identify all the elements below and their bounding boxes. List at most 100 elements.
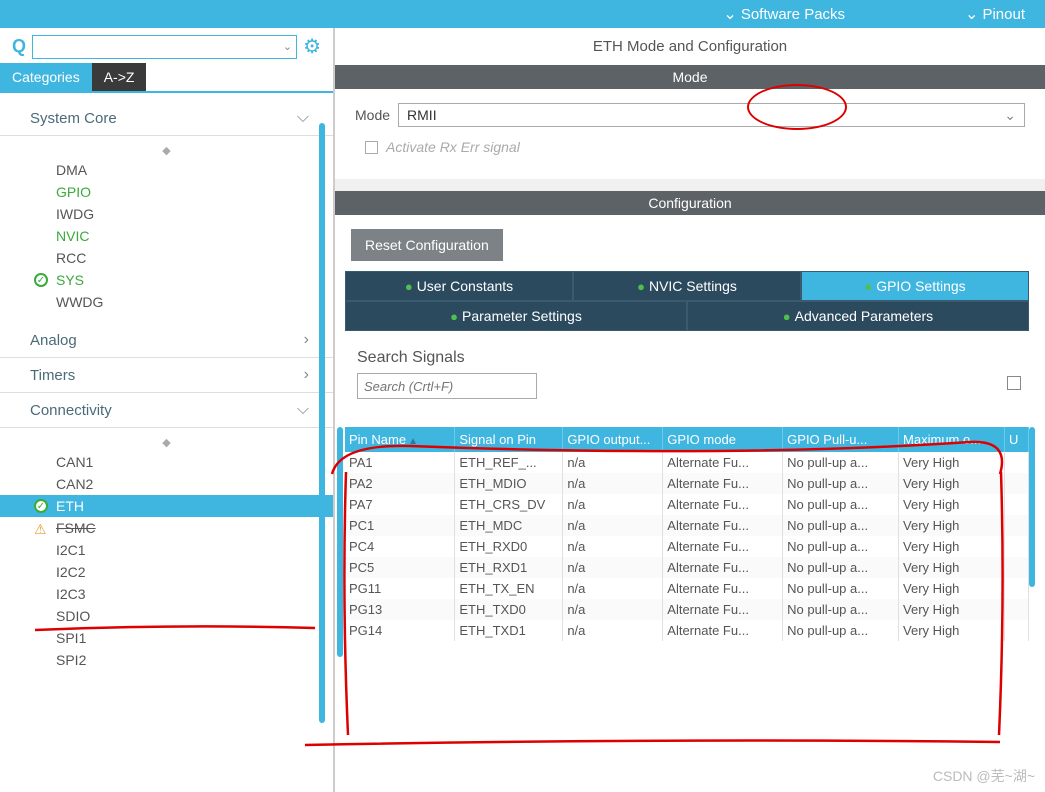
category-analog[interactable]: Analog › [0, 323, 333, 358]
category-label: Connectivity [30, 402, 112, 419]
cell-speed: Very High [899, 620, 1005, 641]
chevron-right-icon: › [304, 366, 309, 384]
column-header[interactable]: GPIO output... [563, 427, 663, 452]
cell-user [1004, 578, 1028, 599]
peripheral-item-fsmc[interactable]: ⚠ FSMC [0, 517, 333, 539]
peripheral-item-spi1[interactable]: SPI1 [0, 627, 333, 649]
cell-out: n/a [563, 515, 663, 536]
peripheral-item-i2c1[interactable]: I2C1 [0, 539, 333, 561]
tab-gpio-settings[interactable]: ●GPIO Settings [801, 271, 1029, 301]
tab-parameter-settings[interactable]: ●Parameter Settings [345, 301, 687, 331]
check-icon: ✓ [34, 499, 48, 513]
reset-configuration-button[interactable]: Reset Configuration [351, 229, 503, 261]
cell-mode: Alternate Fu... [663, 452, 783, 473]
peripheral-item-eth[interactable]: ✓ ETH [0, 495, 333, 517]
peripheral-search-input[interactable]: ⌄ [32, 35, 297, 59]
show-modified-checkbox[interactable] [1007, 376, 1021, 390]
check-icon: ● [405, 279, 413, 294]
tab-nvic-settings[interactable]: ●NVIC Settings [573, 271, 801, 301]
cell-pin: PG13 [345, 599, 455, 620]
table-row[interactable]: PA2ETH_MDIOn/aAlternate Fu...No pull-up … [345, 473, 1029, 494]
cell-out: n/a [563, 599, 663, 620]
cell-pull: No pull-up a... [783, 494, 899, 515]
pinout-menu[interactable]: Pinout [965, 4, 1025, 24]
tab-user-constants[interactable]: ●User Constants [345, 271, 573, 301]
cell-speed: Very High [899, 536, 1005, 557]
peripheral-item-can1[interactable]: CAN1 [0, 451, 333, 473]
tab-az[interactable]: A->Z [92, 63, 147, 91]
peripheral-item-sdio[interactable]: SDIO [0, 605, 333, 627]
scrollbar[interactable] [1029, 427, 1035, 587]
software-packs-menu[interactable]: Software Packs [723, 4, 845, 24]
category-system-core[interactable]: System Core ⌵ [0, 101, 333, 136]
peripheral-item-rcc[interactable]: RCC [0, 247, 333, 269]
table-row[interactable]: PG13ETH_TXD0n/aAlternate Fu...No pull-up… [345, 599, 1029, 620]
cell-out: n/a [563, 452, 663, 473]
mode-value: RMII [407, 107, 437, 123]
peripheral-label: SYS [56, 272, 84, 288]
peripheral-label: ETH [56, 498, 84, 514]
table-row[interactable]: PA7ETH_CRS_DVn/aAlternate Fu...No pull-u… [345, 494, 1029, 515]
column-header[interactable]: GPIO mode [663, 427, 783, 452]
mode-select[interactable]: RMII ⌄ [398, 103, 1025, 127]
column-header[interactable]: Signal on Pin [455, 427, 563, 452]
category-connectivity[interactable]: Connectivity ⌵ [0, 393, 333, 428]
cell-speed: Very High [899, 473, 1005, 494]
cell-pin: PG11 [345, 578, 455, 599]
peripheral-item-gpio[interactable]: GPIO [0, 181, 333, 203]
cell-user [1004, 515, 1028, 536]
cell-pin: PC5 [345, 557, 455, 578]
peripheral-item-i2c2[interactable]: I2C2 [0, 561, 333, 583]
right-panel: ETH Mode and Configuration Mode Mode RMI… [335, 28, 1045, 792]
chevron-down-icon: ⌵ [297, 109, 309, 127]
gear-icon[interactable]: ⚙ [303, 34, 321, 59]
panel-title: ETH Mode and Configuration [335, 28, 1045, 65]
watermark: CSDN @芜~湖~ [933, 766, 1035, 786]
peripheral-item-spi2[interactable]: SPI2 [0, 649, 333, 671]
activate-rx-err-label: Activate Rx Err signal [386, 139, 520, 155]
scrollbar[interactable] [319, 123, 325, 723]
table-row[interactable]: PG14ETH_TXD1n/aAlternate Fu...No pull-up… [345, 620, 1029, 641]
scrollbar[interactable] [337, 427, 343, 657]
category-timers[interactable]: Timers › [0, 358, 333, 393]
table-row[interactable]: PA1ETH_REF_...n/aAlternate Fu...No pull-… [345, 452, 1029, 473]
peripheral-label: FSMC [56, 520, 96, 536]
search-signals-input[interactable] [357, 373, 537, 399]
table-row[interactable]: PC1ETH_MDCn/aAlternate Fu...No pull-up a… [345, 515, 1029, 536]
tab-advanced-parameters[interactable]: ●Advanced Parameters [687, 301, 1029, 331]
peripheral-item-i2c3[interactable]: I2C3 [0, 583, 333, 605]
table-row[interactable]: PC4ETH_RXD0n/aAlternate Fu...No pull-up … [345, 536, 1029, 557]
peripheral-item-wwdg[interactable]: WWDG [0, 291, 333, 313]
cell-pull: No pull-up a... [783, 557, 899, 578]
column-header[interactable]: Pin Name▲ [345, 427, 455, 452]
mode-panel-header: Mode [335, 65, 1045, 89]
peripheral-item-sys[interactable]: ✓SYS [0, 269, 333, 291]
cell-pin: PC4 [345, 536, 455, 557]
warning-icon: ⚠ [34, 521, 47, 538]
cell-sig: ETH_RXD0 [455, 536, 563, 557]
column-header[interactable]: GPIO Pull-u... [783, 427, 899, 452]
column-header[interactable]: Maximum o... [899, 427, 1005, 452]
peripheral-label: SDIO [56, 608, 90, 624]
cell-mode: Alternate Fu... [663, 473, 783, 494]
chevron-down-icon: ⌄ [1004, 107, 1016, 124]
left-sidebar: Q ⌄ ⚙ Categories A->Z System Core ⌵ ◆ DM… [0, 28, 335, 792]
peripheral-item-can2[interactable]: CAN2 [0, 473, 333, 495]
cell-user [1004, 473, 1028, 494]
peripheral-item-dma[interactable]: DMA [0, 159, 333, 181]
table-row[interactable]: PG11ETH_TX_ENn/aAlternate Fu...No pull-u… [345, 578, 1029, 599]
cell-mode: Alternate Fu... [663, 536, 783, 557]
tab-categories[interactable]: Categories [0, 63, 92, 91]
peripheral-label: WWDG [56, 294, 103, 310]
column-header[interactable]: U [1004, 427, 1028, 452]
peripheral-item-nvic[interactable]: NVIC [0, 225, 333, 247]
configuration-panel-header: Configuration [335, 191, 1045, 215]
cell-user [1004, 557, 1028, 578]
peripheral-item-iwdg[interactable]: IWDG [0, 203, 333, 225]
cell-sig: ETH_TX_EN [455, 578, 563, 599]
table-row[interactable]: PC5ETH_RXD1n/aAlternate Fu...No pull-up … [345, 557, 1029, 578]
cell-mode: Alternate Fu... [663, 557, 783, 578]
cell-sig: ETH_MDC [455, 515, 563, 536]
cell-speed: Very High [899, 494, 1005, 515]
gpio-table: Pin Name▲Signal on PinGPIO output...GPIO… [345, 427, 1029, 641]
